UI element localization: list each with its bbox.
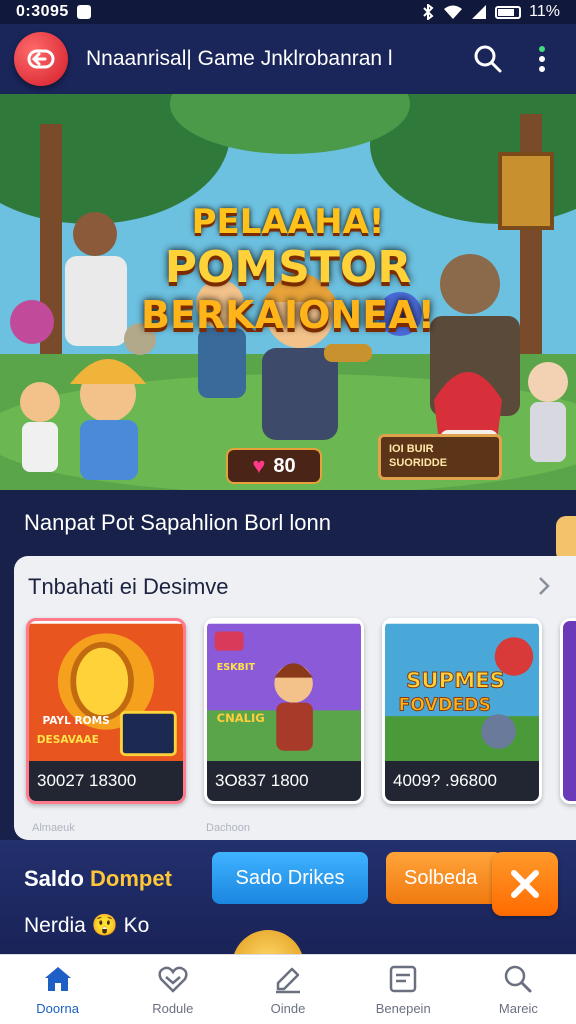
game-card-art: SUPMES FOVDEDS <box>385 623 539 765</box>
hero-banner[interactable]: PELAAHA! POMSTOR BERKAIONEA! ♥ 80 IOI BU… <box>0 94 576 490</box>
edit-icon <box>276 967 300 994</box>
hero-title: PELAAHA! POMSTOR BERKAIONEA! <box>0 202 576 337</box>
search-button[interactable] <box>468 39 508 79</box>
hero-sign: IOI BUIR SUORIDDE <box>378 434 502 480</box>
wifi-icon <box>444 5 463 19</box>
game-card[interactable]: PAYL ROMS DESAVAAE 30027 18300 <box>26 618 186 804</box>
nav-label: Doorna <box>36 1001 79 1016</box>
close-icon <box>511 870 539 898</box>
nav-label: Benepein <box>375 1001 431 1016</box>
more-menu-button[interactable] <box>522 39 562 79</box>
balance-button[interactable]: Sado Drikes <box>212 852 368 904</box>
status-time: 0:3095 <box>16 3 69 20</box>
nav-item-search[interactable]: Mareic <box>461 955 576 1024</box>
bluetooth-icon <box>423 4 434 20</box>
signal-icon <box>472 5 487 19</box>
close-button[interactable] <box>492 852 558 916</box>
home-icon <box>44 967 71 991</box>
status-bar: 0:3095 11% <box>0 0 576 24</box>
hero-sign-line2: SUORIDDE <box>389 456 448 469</box>
page-title: Nnaanrisal| Game Jnklrobanran l <box>86 47 393 70</box>
card1-art-text2: DESAVAAE <box>37 734 99 746</box>
nav-item-home[interactable]: Doorna <box>0 955 115 1024</box>
list-icon <box>389 965 417 993</box>
battery-icon <box>495 5 522 19</box>
card3-art-text1: SUPMES <box>406 667 505 692</box>
game-card-price: 3O837 1800 <box>207 761 361 801</box>
hero-title-line1: PELAAHA! <box>191 202 385 242</box>
nav-item-edit[interactable]: Oinde <box>230 955 345 1024</box>
game-card[interactable]: SUPMES FOVDEDS 4009? .96800 <box>382 618 542 804</box>
game-card-price: 4009? .96800 <box>385 761 539 801</box>
wallet-label-main: Saldo <box>24 866 91 891</box>
card2-art-text1: ESKBIT <box>217 662 256 673</box>
game-card[interactable]: ESKBIT CNALIG 3O837 1800 <box>204 618 364 804</box>
search-icon <box>474 45 502 73</box>
wallet-label-highlight: Dompet <box>90 866 172 891</box>
nav-item-module[interactable]: Rodule <box>115 955 230 1024</box>
wallet-sub-label: Nerdia 😲 Ko <box>24 914 150 937</box>
nav-label: Oinde <box>270 1001 306 1016</box>
nav-item-list[interactable]: Benepein <box>346 955 461 1024</box>
nav-label: Rodule <box>152 1001 194 1016</box>
hero-sign-line1: IOI BUIR <box>389 443 434 455</box>
back-button[interactable] <box>14 32 68 86</box>
chevron-right-icon[interactable] <box>532 574 556 598</box>
hero-title-line3: BERKAIONEA! <box>141 293 435 337</box>
notification-icon <box>76 5 91 19</box>
search-icon <box>505 965 532 993</box>
game-card-peek[interactable] <box>560 618 576 804</box>
card1-art-text1: PAYL ROMS <box>42 715 109 727</box>
card-caption: Dachoon <box>206 822 251 834</box>
wallet-label: Saldo Dompet <box>24 866 172 892</box>
game-card-art: PAYL ROMS DESAVAAE <box>29 623 183 765</box>
heart-shield-icon <box>158 966 188 993</box>
hero-title-line2: POMSTOR <box>164 242 412 293</box>
game-card-art <box>563 621 576 801</box>
battery-percent: 11% <box>529 3 560 20</box>
section-heading: Nanpat Pot Sapahlion Borl lonn <box>24 510 331 535</box>
status-icons: 11% <box>421 3 560 21</box>
game-carousel-panel: Tnbahati ei Desimve PAYL ROMS DESAVAAE 3… <box>14 556 576 840</box>
nav-label: Mareic <box>498 1001 538 1016</box>
card-caption: Almaeuk <box>32 822 75 834</box>
game-card-price: 30027 18300 <box>29 761 183 801</box>
back-arrow-icon <box>27 49 55 69</box>
card2-art-text2: CNALIG <box>217 711 265 725</box>
game-card-art: ESKBIT CNALIG <box>207 623 361 765</box>
heart-icon: ♥ <box>252 453 266 478</box>
bottom-nav: Doorna Rodule Oinde Benepein Mareic <box>0 954 576 1024</box>
carousel-title: Tnbahati ei Desimve <box>28 574 229 599</box>
gem-counter: ♥ 80 <box>226 448 322 484</box>
select-button[interactable]: Solbeda <box>386 852 502 904</box>
gem-count: 80 <box>273 454 296 477</box>
more-vertical-icon <box>539 46 545 72</box>
app-bar: Nnaanrisal| Game Jnklrobanran l <box>0 24 576 94</box>
card3-art-text2: FOVDEDS <box>398 695 491 715</box>
